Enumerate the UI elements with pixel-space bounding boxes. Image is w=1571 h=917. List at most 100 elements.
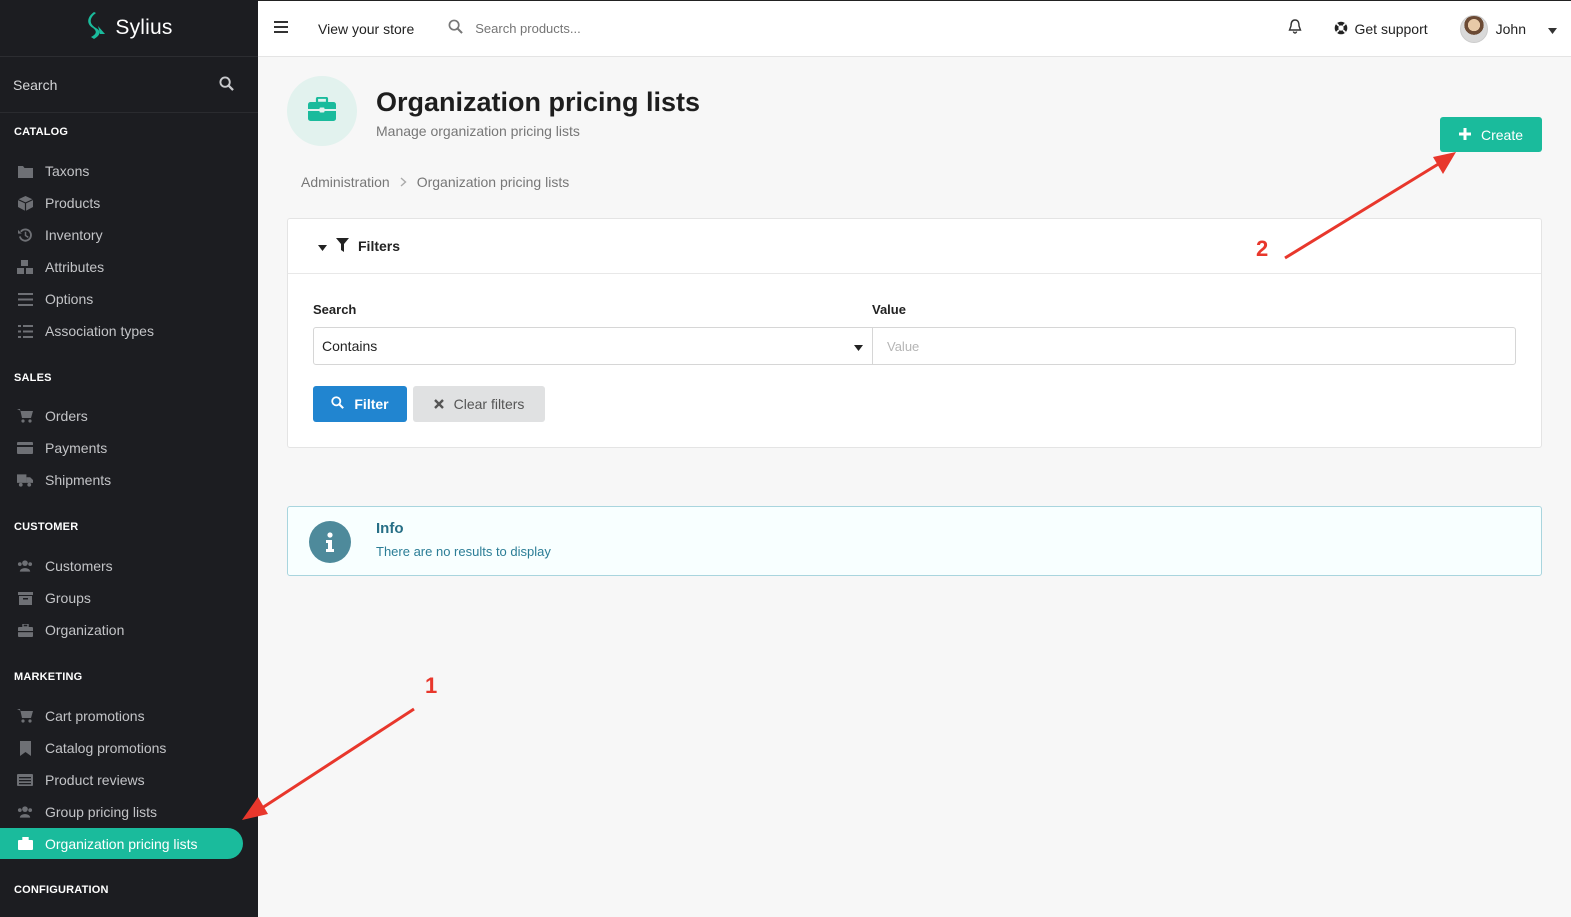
- sidebar-item-label: Catalog promotions: [45, 740, 167, 756]
- truck-icon: [17, 472, 33, 488]
- breadcrumb-current: Organization pricing lists: [416, 174, 570, 190]
- users-icon: [17, 558, 33, 574]
- filter-button[interactable]: Filter: [313, 386, 407, 422]
- history-icon: [17, 227, 33, 243]
- view-store-link[interactable]: View your store: [318, 21, 414, 37]
- user-name: John: [1495, 21, 1526, 37]
- sidebar-item-options[interactable]: Options: [0, 284, 243, 314]
- sidebar-item-customers[interactable]: Customers: [0, 551, 243, 581]
- sidebar-item-organization-pricing-lists[interactable]: Organization pricing lists: [0, 828, 243, 859]
- sidebar-item-label: Inventory: [45, 227, 103, 243]
- bell-icon: [1288, 19, 1302, 39]
- options-icon: [17, 291, 33, 307]
- value-input[interactable]: Value: [872, 327, 1516, 365]
- sidebar-item-group-pricing-lists[interactable]: Group pricing lists: [0, 797, 243, 827]
- user-menu[interactable]: John: [1459, 15, 1557, 43]
- tasks-icon: [17, 323, 33, 339]
- life-ring-icon: [1334, 21, 1348, 38]
- sidebar-item-label: Attributes: [45, 259, 105, 275]
- caret-down-icon: [1548, 21, 1557, 37]
- sidebar-item-product-reviews[interactable]: Product reviews: [0, 765, 243, 795]
- cube-icon: [17, 195, 33, 211]
- topbar: View your store Get support John: [258, 0, 1571, 57]
- sidebar-item-association-types[interactable]: Association types: [0, 316, 243, 346]
- clear-filters-label: Clear filters: [453, 396, 525, 412]
- sidebar-search-label: Search: [13, 76, 58, 93]
- breadcrumb: Administration Organization pricing list…: [301, 174, 569, 190]
- sidebar-item-catalog-promotions[interactable]: Catalog promotions: [0, 733, 243, 763]
- sidebar-item-label: Cart promotions: [45, 708, 145, 724]
- cart-icon: [17, 708, 33, 724]
- breadcrumb-administration[interactable]: Administration: [301, 174, 390, 190]
- sidebar-item-label: Organization pricing lists: [45, 835, 198, 852]
- sidebar-item-shipments[interactable]: Shipments: [0, 465, 243, 495]
- filters-panel: Filters Search Value Contains Value Filt…: [287, 218, 1542, 448]
- search-icon: [448, 19, 464, 39]
- sidebar-item-attributes[interactable]: Attributes: [0, 252, 243, 282]
- menu-toggle-button[interactable]: [258, 1, 304, 57]
- search-icon[interactable]: [219, 75, 234, 94]
- notifications-button[interactable]: [1288, 19, 1302, 39]
- info-icon: [309, 521, 351, 563]
- users-icon: [17, 804, 33, 820]
- info-message: Info There are no results to display: [287, 506, 1542, 576]
- sidebar-item-cart-promotions[interactable]: Cart promotions: [0, 701, 243, 731]
- card-icon: [17, 440, 33, 456]
- bookmark-icon: [17, 740, 33, 756]
- search-criteria-value: Contains: [322, 338, 378, 354]
- search-criteria-label: Search: [313, 302, 357, 317]
- search-icon: [331, 396, 345, 412]
- close-icon: [433, 396, 444, 412]
- sidebar-item-label: Customers: [45, 558, 113, 574]
- info-text: There are no results to display: [376, 544, 551, 559]
- sidebar-item-inventory[interactable]: Inventory: [0, 220, 243, 250]
- sidebar-item-label: Orders: [45, 408, 88, 424]
- sidebar-search[interactable]: Search: [0, 57, 258, 113]
- plus-icon: [1458, 127, 1471, 143]
- avatar: [1459, 15, 1488, 43]
- search-criteria-select[interactable]: Contains: [313, 327, 873, 365]
- section-catalog: CATALOG: [14, 126, 69, 138]
- chevron-right-icon: [400, 174, 407, 190]
- topbar-right: Get support John: [1288, 1, 1571, 57]
- sidebar-item-label: Association types: [45, 323, 154, 339]
- briefcase-icon: [308, 96, 336, 126]
- create-label: Create: [1480, 126, 1524, 143]
- product-search[interactable]: [448, 19, 676, 39]
- folder-icon: [17, 163, 33, 179]
- newspaper-icon: [17, 772, 33, 788]
- briefcase-icon: [17, 836, 33, 852]
- get-support-label: Get support: [1354, 21, 1428, 37]
- create-button[interactable]: Create: [1440, 117, 1542, 152]
- cubes-icon: [17, 259, 33, 275]
- sidebar-item-label: Taxons: [45, 163, 90, 179]
- filter-icon: [336, 237, 349, 255]
- dropdown-arrow-icon: [854, 338, 863, 354]
- sidebar-item-orders[interactable]: Orders: [0, 401, 243, 431]
- caret-down-icon: [318, 238, 327, 254]
- info-title: Info: [376, 520, 404, 537]
- section-configuration: CONFIGURATION: [14, 884, 109, 896]
- section-marketing: MARKETING: [14, 671, 83, 683]
- sidebar-item-label: Groups: [45, 590, 91, 606]
- sidebar-item-label: Organization: [45, 622, 125, 638]
- annotation-label-1: 1: [425, 673, 438, 698]
- sidebar-item-label: Shipments: [45, 472, 112, 488]
- annotation-label-2: 2: [1256, 236, 1269, 261]
- sidebar-item-products[interactable]: Products: [0, 188, 243, 218]
- sylius-logo-icon: [85, 11, 107, 45]
- get-support-link[interactable]: Get support: [1334, 21, 1428, 38]
- sidebar-item-taxons[interactable]: Taxons: [0, 156, 243, 186]
- hamburger-icon: [274, 20, 288, 38]
- filter-label: Filter: [354, 396, 389, 412]
- briefcase-icon: [17, 622, 33, 638]
- value-label: Value: [872, 302, 906, 317]
- sidebar-item-payments[interactable]: Payments: [0, 433, 243, 463]
- clear-filters-button[interactable]: Clear filters: [413, 386, 545, 422]
- sidebar-item-groups[interactable]: Groups: [0, 583, 243, 613]
- sidebar-item-organization[interactable]: Organization: [0, 615, 243, 645]
- brand-logo[interactable]: Sylius: [0, 0, 258, 57]
- product-search-input[interactable]: [475, 21, 676, 36]
- filters-toggle[interactable]: Filters: [288, 219, 1541, 274]
- sidebar: Sylius Search CATALOG Taxons Products In…: [0, 0, 258, 917]
